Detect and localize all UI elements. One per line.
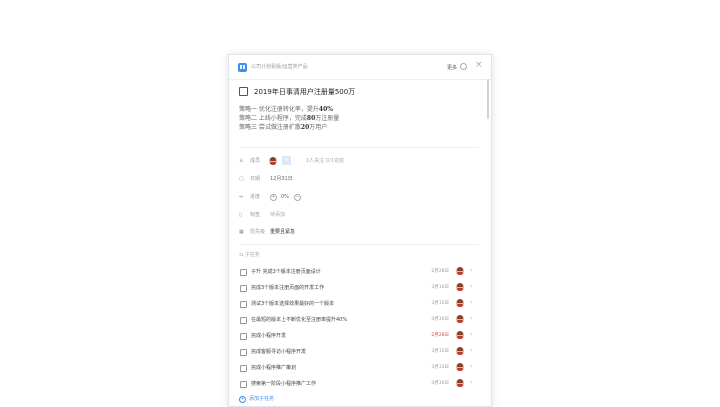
assignee-avatar[interactable] [456, 347, 464, 355]
subtask-row[interactable]: 子升 完成3个版本注册页面设计 2月28日 › [239, 266, 479, 280]
assignee-avatar[interactable] [456, 363, 464, 371]
subtask-date: 3月10日 [431, 285, 449, 290]
subtask-checkbox[interactable] [240, 317, 247, 324]
tags-value[interactable]: 待添加 [270, 210, 285, 220]
chevron-right-icon[interactable]: › [470, 267, 472, 274]
chevron-right-icon[interactable]: › [470, 315, 472, 322]
priority-icon: ▦ [239, 229, 244, 235]
scrollbar[interactable] [487, 79, 489, 119]
assignee-avatar[interactable] [456, 299, 464, 307]
priority-value[interactable]: 重要且紧急 [270, 227, 295, 237]
chevron-right-icon[interactable]: › [470, 347, 472, 354]
task-checkbox[interactable] [239, 87, 248, 96]
subtask-name[interactable]: 完成客服寻访小程序开发 [251, 348, 306, 355]
subtask-name[interactable]: 子升 完成3个版本注册页面设计 [251, 268, 321, 275]
subtask-date: 3月15日 [431, 301, 449, 306]
plus-icon: + [239, 396, 246, 403]
progress-label: 进度 [250, 194, 261, 200]
member-icon: ♙ [239, 158, 244, 164]
subtask-checkbox[interactable] [240, 285, 247, 292]
subtask-name[interactable]: 搜索第一阶段小程序推广工作 [251, 380, 316, 387]
priority-label: 优先级 [250, 229, 266, 235]
subtask-row[interactable]: 完成小程序开发 2月28日 › [239, 330, 479, 344]
subtasks-header: ⇆ 子任务 [239, 252, 260, 258]
tag-icon: ▯ [239, 212, 242, 218]
subtask-name[interactable]: 完成小程序开发 [251, 332, 286, 339]
subtask-date-overdue: 2月28日 [431, 333, 449, 338]
calendar-icon: ▢ [239, 176, 244, 182]
chevron-right-icon[interactable]: › [470, 331, 472, 338]
subtask-checkbox[interactable] [240, 333, 247, 340]
task-description[interactable]: 策略一 优化注册转化率，提升40% 策略二 上线小程序，完成80万注册量 策略三… [239, 105, 339, 132]
description-line: 策略一 优化注册转化率，提升40% [239, 106, 333, 113]
subtask-row[interactable]: 完成小程序推广策划 3月31日 › [239, 362, 479, 376]
assignee-avatar[interactable] [456, 379, 464, 387]
subtask-name[interactable]: 完成3个版本注册页面的开发工作 [251, 284, 324, 291]
tags-label: 标签 [250, 212, 261, 218]
subtask-date: 2月28日 [431, 269, 449, 274]
subtask-name[interactable]: 完成小程序推广策划 [251, 364, 296, 371]
chevron-right-icon[interactable]: › [470, 379, 472, 386]
progress-decrease-button[interactable]: − [294, 194, 301, 201]
assignee-avatar[interactable] [456, 267, 464, 275]
description-line: 策略二 上线小程序，完成80万注册量 [239, 115, 340, 122]
progress-value: 0% [281, 194, 289, 200]
more-button[interactable]: 更多 [447, 64, 457, 71]
subtask-date: 4月30日 [431, 381, 449, 386]
assignee-avatar[interactable] [456, 331, 464, 339]
progress-icon: ⇔ [239, 194, 244, 200]
assignee-avatar[interactable] [456, 283, 464, 291]
subtask-checkbox[interactable] [240, 301, 247, 308]
divider [239, 147, 479, 148]
close-icon[interactable]: × [475, 61, 483, 70]
progress-increase-button[interactable]: + [270, 194, 277, 201]
subtask-name[interactable]: 测试3个版本选择效果最好的一个版本 [251, 300, 334, 307]
more-icon[interactable] [460, 63, 467, 70]
chevron-right-icon[interactable]: › [470, 299, 472, 306]
subtask-row[interactable]: 完成3个版本注册页面的开发工作 3月10日 › [239, 282, 479, 296]
assignee-avatar[interactable] [456, 315, 464, 323]
breadcrumb[interactable]: 公司计划看版/运营类产品 [251, 63, 308, 70]
subtask-name[interactable]: 在最短的版本上不断优化至注册率提升40% [251, 316, 347, 323]
subtask-row[interactable]: 在最短的版本上不断优化至注册率提升40% 4月30日 › [239, 314, 479, 328]
add-member-button[interactable]: + [282, 156, 291, 165]
task-detail-panel: 公司计划看版/运营类产品 更多 × 2019年日事清用户注册量500万 策略一 … [228, 54, 492, 407]
panel-header: 公司计划看版/运营类产品 更多 × [229, 55, 491, 80]
add-subtask-button[interactable]: + 添加子任务 [239, 395, 274, 403]
subtask-checkbox[interactable] [240, 381, 247, 388]
task-title[interactable]: 2019年日事清用户注册量500万 [254, 87, 355, 97]
members-label: 成员 [250, 158, 261, 164]
member-avatar[interactable] [269, 157, 277, 165]
subtask-date: 4月30日 [431, 317, 449, 322]
description-line: 策略三 尝试做注册扩散20万用户 [239, 124, 328, 131]
date-label: 日期 [250, 176, 261, 182]
board-logo-icon [238, 63, 247, 72]
subtask-row[interactable]: 搜索第一阶段小程序推广工作 4月30日 › [239, 378, 479, 392]
subtask-row[interactable]: 测试3个版本选择效果最好的一个版本 3月15日 › [239, 298, 479, 312]
subtask-date: 3月15日 [431, 349, 449, 354]
chevron-right-icon[interactable]: › [470, 363, 472, 370]
subtask-checkbox[interactable] [240, 365, 247, 372]
subtask-checkbox[interactable] [240, 269, 247, 276]
subtask-row[interactable]: 完成客服寻访小程序开发 3月15日 › [239, 346, 479, 360]
deadline-value[interactable]: 12月31日 [270, 174, 293, 184]
followers-count: 1人关注 0/1完成 [306, 158, 344, 164]
divider [239, 244, 479, 245]
subtask-checkbox[interactable] [240, 349, 247, 356]
chevron-right-icon[interactable]: › [470, 283, 472, 290]
subtask-date: 3月31日 [431, 365, 449, 370]
